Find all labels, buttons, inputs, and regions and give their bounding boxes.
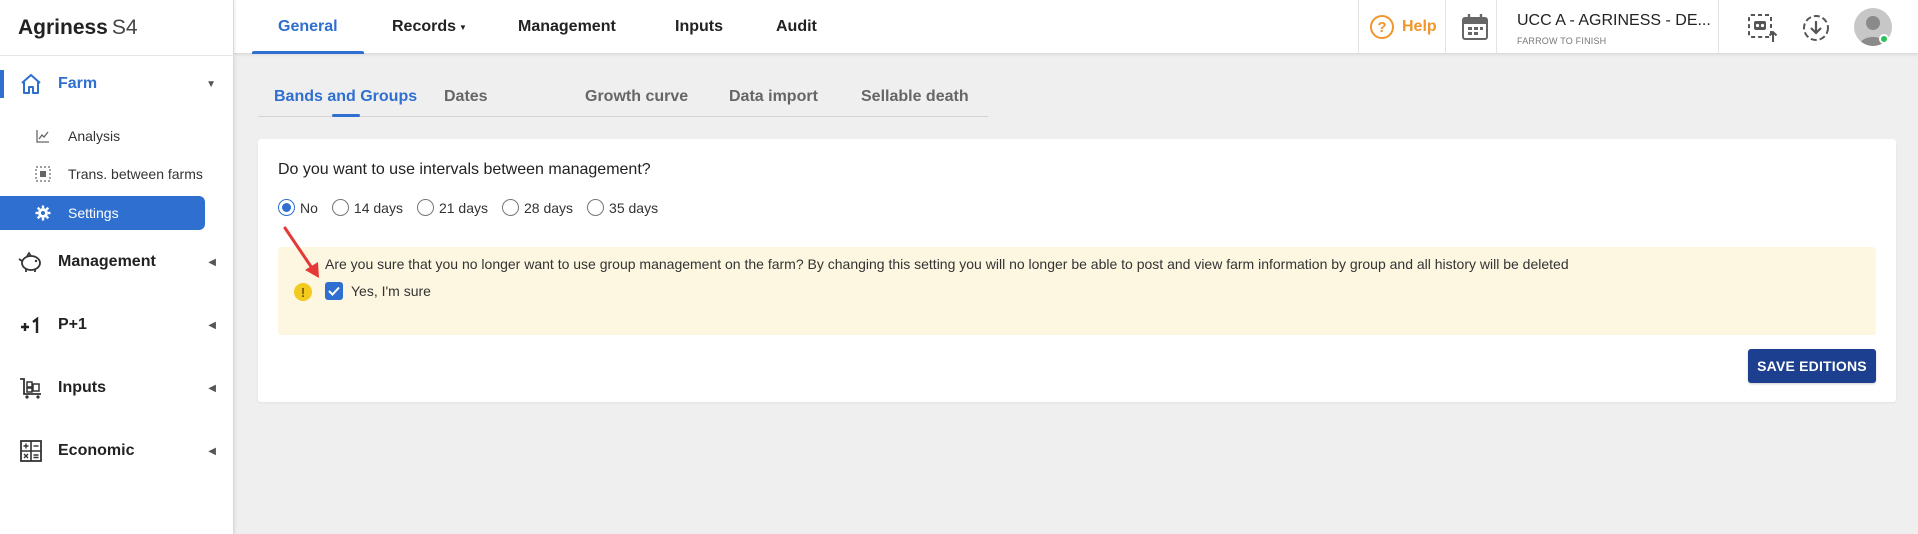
sidebar-subitem-label: Settings: [68, 205, 119, 221]
sidebar-item-inputs[interactable]: Inputs ◀: [0, 366, 234, 410]
radio-circle[interactable]: [278, 199, 295, 216]
radio-28-days[interactable]: 28 days: [502, 199, 573, 216]
checkbox-checked-icon[interactable]: [325, 282, 343, 300]
sidebar-item-label: Farm: [58, 75, 98, 92]
tab-management[interactable]: Management: [518, 0, 616, 54]
subtab-dates[interactable]: Dates: [444, 88, 488, 106]
caret-left-icon: ◀: [208, 445, 216, 457]
farm-selector[interactable]: UCC A - AGRINESS - DE... FARROW TO FINIS…: [1517, 12, 1711, 46]
radio-circle[interactable]: [502, 199, 519, 216]
divider: [0, 55, 234, 56]
divider: [1718, 0, 1719, 54]
piggy-icon: [18, 249, 44, 275]
form-question: Do you want to use intervals between man…: [278, 161, 651, 178]
settings-subtabs: Bands and Groups Dates Growth curve Data…: [258, 82, 988, 117]
warning-text: Are you sure that you no longer want to …: [325, 256, 1569, 272]
farm-type: FARROW TO FINISH: [1517, 36, 1607, 46]
caret-left-icon: ◀: [208, 382, 216, 394]
tab-general[interactable]: General: [252, 0, 364, 54]
caret-down-icon: ▼: [459, 22, 467, 32]
calculator-icon: [18, 438, 44, 464]
divider: [1445, 0, 1446, 54]
radio-no[interactable]: No: [278, 199, 318, 216]
subtab-sellable-death[interactable]: Sellable death: [861, 88, 969, 106]
sidebar-subitem-settings[interactable]: Settings: [0, 196, 205, 230]
plus-one-icon: [18, 312, 44, 338]
sidebar-subitem-trans-between-farms[interactable]: Trans. between farms: [0, 157, 234, 191]
radio-circle[interactable]: [331, 199, 349, 216]
tab-records[interactable]: Records ▼: [392, 0, 467, 54]
sidebar: Agriness S4 Farm ▼ Analysis Trans. betwee…: [0, 0, 234, 534]
cart-icon: [18, 375, 44, 401]
caret-left-icon: ◀: [208, 256, 216, 268]
radio-21-days[interactable]: 21 days: [416, 199, 488, 216]
radio-circle[interactable]: [416, 199, 434, 216]
help-icon: ?: [1370, 15, 1394, 39]
radio-14-days[interactable]: 14 days: [331, 199, 403, 216]
tab-audit[interactable]: Audit: [776, 0, 817, 54]
save-editions-button[interactable]: SAVE EDITIONS: [1748, 349, 1876, 383]
sidebar-subitem-label: Trans. between farms: [68, 166, 203, 182]
radio-circle[interactable]: [587, 199, 605, 216]
home-icon: [18, 71, 44, 97]
sidebar-subitem-label: Analysis: [68, 128, 121, 144]
interval-radio-group: No 14 days 21 days 28 days 35 days: [278, 199, 672, 216]
subtab-bands-and-groups[interactable]: Bands and Groups: [274, 88, 417, 106]
active-tab-indicator: [332, 114, 360, 117]
sidebar-item-economic[interactable]: Economic ◀: [0, 429, 234, 473]
online-status-dot: [1879, 34, 1889, 44]
help-button[interactable]: ? Help: [1370, 0, 1437, 54]
settings-card: Do you want to use intervals between man…: [258, 139, 1896, 402]
sidebar-item-label: Economic: [58, 442, 135, 459]
sidebar-item-p1[interactable]: P+1 ◀: [0, 303, 234, 347]
download-icon[interactable]: [1798, 10, 1834, 46]
warning-alert: ! Are you sure that you no longer want t…: [278, 247, 1876, 335]
top-bar: General Records ▼ Management Inputs Audit…: [234, 0, 1918, 54]
calendar-icon[interactable]: [1460, 12, 1490, 47]
subtab-growth-curve[interactable]: Growth curve: [585, 88, 688, 106]
caret-left-icon: ◀: [208, 319, 216, 331]
transfer-upload-icon[interactable]: [1744, 10, 1780, 46]
divider: [1496, 0, 1497, 54]
tab-inputs[interactable]: Inputs: [675, 0, 723, 54]
app-logo[interactable]: Agriness S4: [18, 16, 138, 40]
confirm-checkbox[interactable]: Yes, I'm sure: [325, 282, 431, 300]
transfer-icon: [34, 165, 52, 183]
farm-name: UCC A - AGRINESS - DE...: [1517, 12, 1711, 29]
radio-35-days[interactable]: 35 days: [587, 199, 658, 216]
caret-down-icon: ▼: [206, 78, 216, 90]
chart-line-icon: [34, 127, 52, 145]
subtab-data-import[interactable]: Data import: [729, 88, 818, 106]
sidebar-item-farm[interactable]: Farm ▼: [0, 62, 234, 106]
sidebar-subitem-analysis[interactable]: Analysis: [0, 119, 234, 153]
sidebar-item-management[interactable]: Management ◀: [0, 240, 234, 284]
sidebar-item-label: Management: [58, 253, 156, 270]
gear-icon: [34, 204, 52, 222]
divider: [1358, 0, 1359, 54]
sidebar-item-label: Inputs: [58, 379, 106, 396]
sidebar-item-label: P+1: [58, 316, 87, 333]
annotation-arrow-icon: [280, 224, 324, 287]
